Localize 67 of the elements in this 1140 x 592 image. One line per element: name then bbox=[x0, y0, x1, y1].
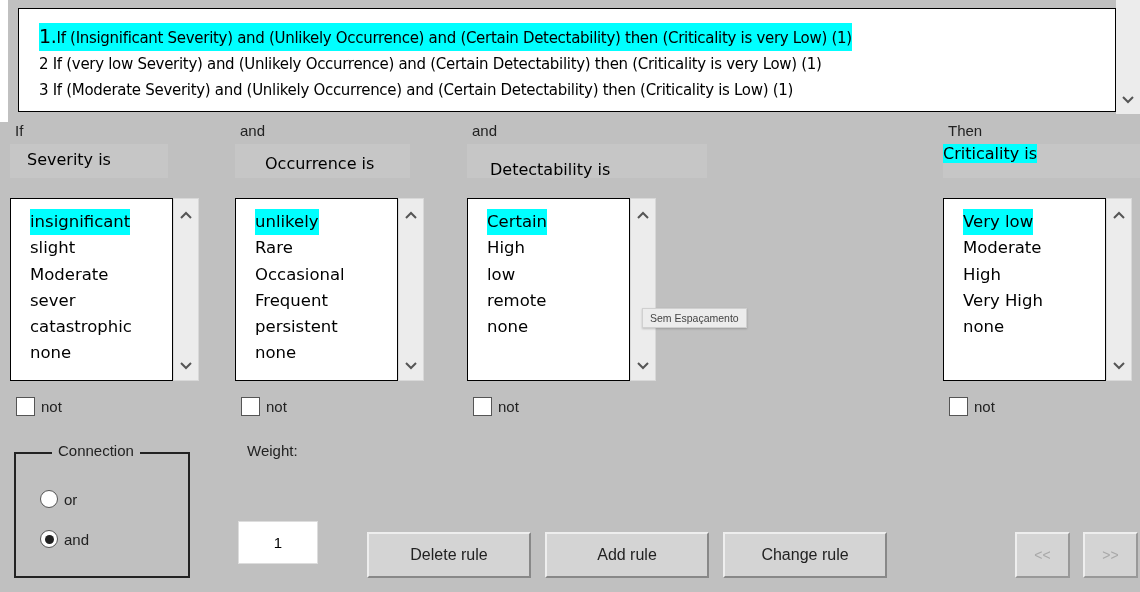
scroll-down-icon[interactable] bbox=[1113, 362, 1125, 370]
term-item[interactable]: none bbox=[963, 314, 1005, 341]
scroll-down-icon[interactable] bbox=[405, 362, 417, 370]
not-label: not bbox=[974, 398, 995, 415]
variable-title: Severity is bbox=[27, 150, 111, 169]
operator-label: and bbox=[471, 122, 499, 141]
radio-option[interactable]: and bbox=[40, 530, 188, 548]
term-list[interactable]: Certain High low remote none bbox=[467, 198, 630, 381]
term-list[interactable]: Very low Moderate High Very High none bbox=[943, 198, 1106, 381]
operator-label: and bbox=[239, 122, 267, 141]
term-item[interactable]: low bbox=[487, 261, 516, 288]
weight-field[interactable]: 1 bbox=[238, 521, 318, 564]
term-item[interactable]: slight bbox=[30, 235, 76, 262]
term-item[interactable]: High bbox=[487, 235, 525, 262]
rule-item[interactable]: 1.If (Insignificant Severity) and (Unlikely Occurrence) and (Certain Detectability) then (Criticality is very Low) (1) bbox=[39, 23, 852, 51]
scroll-down-icon[interactable] bbox=[637, 362, 649, 370]
operator-label: If bbox=[14, 122, 25, 141]
scroll-up-icon[interactable] bbox=[1113, 211, 1125, 219]
term-item[interactable]: Moderate bbox=[30, 261, 109, 288]
term-item[interactable]: Moderate bbox=[963, 235, 1042, 262]
term-item[interactable]: High bbox=[963, 261, 1001, 288]
not-checkbox[interactable] bbox=[949, 397, 968, 416]
term-item[interactable]: persistent bbox=[255, 314, 338, 341]
radio-option[interactable]: or bbox=[40, 490, 188, 508]
scroll-up-icon[interactable] bbox=[637, 211, 649, 219]
variable-title: Criticality is bbox=[943, 144, 1037, 163]
variable-title: Detectability is bbox=[490, 160, 611, 179]
tooltip: Sem Espaçamento bbox=[642, 308, 747, 328]
not-checkbox[interactable] bbox=[16, 397, 35, 416]
term-item[interactable]: none bbox=[487, 314, 529, 341]
not-checkbox[interactable] bbox=[241, 397, 260, 416]
not-checkbox[interactable] bbox=[473, 397, 492, 416]
scrollbar[interactable] bbox=[173, 198, 199, 381]
not-label: not bbox=[498, 398, 519, 415]
term-item[interactable]: Certain bbox=[487, 209, 548, 236]
rule-button[interactable]: Change rule bbox=[723, 532, 887, 578]
term-item[interactable]: sever bbox=[30, 287, 76, 315]
not-label: not bbox=[41, 398, 62, 415]
term-item[interactable]: catastrophic bbox=[30, 314, 132, 341]
term-item[interactable]: Very High bbox=[963, 287, 1043, 315]
term-item[interactable]: Frequent bbox=[255, 287, 328, 315]
term-item[interactable]: Occasional bbox=[255, 261, 345, 288]
term-item[interactable]: insignificant bbox=[30, 209, 131, 236]
term-item[interactable]: none bbox=[255, 340, 297, 367]
group-title: Connection bbox=[52, 442, 140, 459]
rule-button[interactable]: Delete rule bbox=[367, 532, 531, 578]
term-item[interactable]: unlikely bbox=[255, 209, 319, 236]
scroll-up-icon[interactable] bbox=[180, 211, 192, 219]
rule-item[interactable]: 3 If (Moderate Severity) and (Unlikely Occurrence) and (Certain Detectability) then (Criticality is Low) (1) bbox=[39, 77, 794, 103]
scroll-down-icon[interactable] bbox=[1122, 96, 1134, 104]
scrollbar[interactable] bbox=[398, 198, 424, 381]
variable-title: Occurrence is bbox=[265, 154, 375, 173]
rule-item[interactable]: 2 If (very low Severity) and (Unlikely Occurrence) and (Certain Detectability) then (Criticality is very Low) (1) bbox=[39, 51, 822, 77]
rule-button[interactable]: Add rule bbox=[545, 532, 709, 578]
scrollbar[interactable] bbox=[1106, 198, 1132, 381]
weight-label: Weight: bbox=[247, 442, 299, 459]
term-list[interactable]: unlikely Rare Occasional Frequent persistent none bbox=[235, 198, 398, 381]
operator-label: Then bbox=[947, 122, 984, 141]
term-item[interactable]: remote bbox=[487, 287, 547, 315]
rule-list[interactable] bbox=[18, 8, 1116, 112]
term-item[interactable]: Rare bbox=[255, 235, 293, 262]
scroll-up-icon[interactable] bbox=[405, 211, 417, 219]
scroll-down-icon[interactable] bbox=[180, 362, 192, 370]
term-item[interactable]: none bbox=[30, 340, 72, 367]
term-item[interactable]: Very low bbox=[963, 209, 1034, 236]
not-label: not bbox=[266, 398, 287, 415]
term-list[interactable]: insignificant slight Moderate sever catastrophic none bbox=[10, 198, 173, 381]
